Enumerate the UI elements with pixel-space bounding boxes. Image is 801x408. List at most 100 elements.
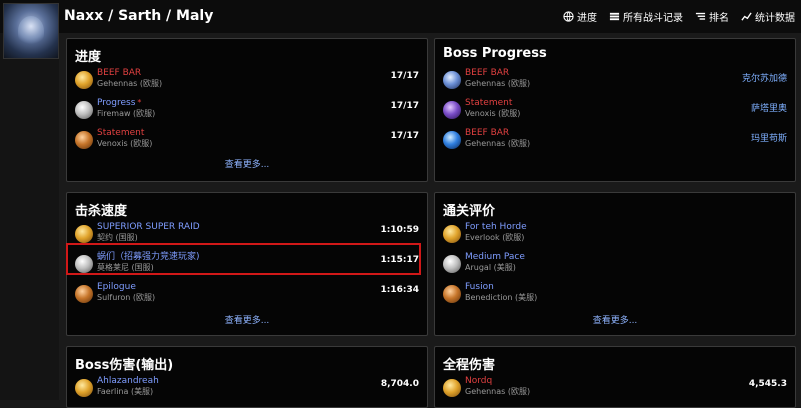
bronze-medal-icon [75, 285, 93, 303]
list-item[interactable]: Medium Pace Arugal (美服) [443, 251, 787, 277]
boss-damage-panel: Boss伤害(输出) Ahlazandreah Faerlina (美服) 8,… [66, 346, 428, 408]
guild-name[interactable]: Statement [465, 97, 512, 109]
server-name: Sulfuron (欧服) [97, 293, 156, 302]
bronze-medal-icon [443, 285, 461, 303]
list-item[interactable]: BEEF BAR Gehennas (欧服) 克尔苏加德 [443, 67, 787, 93]
panel-title: 击杀速度 [75, 204, 128, 219]
list-item[interactable]: Epilogue Sulfuron (欧服) 1:16:34 [75, 281, 419, 307]
kill-speed-panel: 击杀速度 SUPERIOR SUPER RAID 契约 (国服) 1:10:59… [66, 192, 428, 336]
panel-title: Boss伤害(输出) [75, 358, 174, 373]
server-name: Gehennas (欧服) [465, 79, 531, 88]
list-item[interactable]: Fusion Benediction (美服) [443, 281, 787, 307]
view-more-link[interactable]: 查看更多... [67, 157, 427, 170]
server-name: Venoxis (欧服) [465, 109, 521, 118]
guild-name[interactable]: 蜗们（招募强力竞速玩家) [97, 251, 200, 263]
damage-value: 4,545.3 [748, 379, 787, 389]
list-item[interactable]: Progress * Firemaw (欧服) 17/17 [75, 97, 419, 123]
kill-time: 1:10:59 [380, 225, 419, 235]
boss-name[interactable]: 玛里苟斯 [751, 131, 787, 144]
chart-icon [741, 12, 752, 21]
server-name: Firemaw (欧服) [97, 109, 156, 118]
server-name: Gehennas (欧服) [465, 387, 531, 396]
boss-portrait-icon [443, 131, 461, 149]
server-name: Arugal (美服) [465, 263, 516, 272]
server-name: Faerlina (美服) [97, 387, 154, 396]
progress-value: 17/17 [390, 131, 419, 141]
guild-name[interactable]: BEEF BAR [465, 127, 509, 139]
kill-time: 1:15:17 [380, 255, 419, 265]
progress-panel: 进度 BEEF BAR Gehennas (欧服) 17/17 Progress… [66, 38, 428, 182]
server-name: 契约 (国服) [97, 233, 138, 242]
top-bar: Naxx / Sarth / Maly 进度 所有战斗记录 排名 统计数据 [0, 0, 801, 33]
nav-progress-label: 进度 [577, 13, 597, 24]
guild-name[interactable]: BEEF BAR [97, 67, 141, 79]
nav-progress[interactable]: 进度 [563, 9, 597, 24]
ranking-icon [695, 12, 706, 20]
panel-title: 进度 [75, 50, 102, 65]
raid-boss-avatar [3, 3, 59, 59]
list-item[interactable]: Statement Venoxis (欧服) 萨塔里奥 [443, 97, 787, 123]
nav-all-logs[interactable]: 所有战斗记录 [609, 9, 683, 24]
guild-name-text: Progress [97, 98, 136, 108]
boss-portrait-icon [443, 71, 461, 89]
view-more-link[interactable]: 查看更多... [435, 313, 795, 326]
nav-all-logs-label: 所有战斗记录 [623, 13, 683, 24]
server-name: Venoxis (欧服) [97, 139, 153, 148]
list-item[interactable]: For teh Horde Everlook (欧服) [443, 221, 787, 247]
guild-name[interactable]: Progress * [97, 97, 141, 109]
server-name: Everlook (欧服) [465, 233, 525, 242]
player-name[interactable]: Ahlazandreah [97, 375, 159, 387]
boss-progress-panel: Boss Progress BEEF BAR Gehennas (欧服) 克尔苏… [434, 38, 796, 182]
gold-medal-icon [75, 225, 93, 243]
progress-value: 17/17 [390, 71, 419, 81]
panel-title: 通关评价 [443, 204, 496, 219]
gold-medal-icon [443, 225, 461, 243]
list-item[interactable]: Ahlazandreah Faerlina (美服) 8,704.0 [75, 375, 419, 401]
left-sidebar [0, 33, 59, 400]
guild-name[interactable]: Fusion [465, 281, 494, 293]
list-icon [609, 12, 620, 21]
raid-title: Naxx / Sarth / Maly [64, 8, 214, 24]
progress-value: 17/17 [390, 101, 419, 111]
full-damage-panel: 全程伤害 Nordq Gehennas (欧服) 4,545.3 [434, 346, 796, 408]
panel-title: 全程伤害 [443, 358, 496, 373]
view-more-link[interactable]: 查看更多... [67, 313, 427, 326]
kill-time: 1:16:34 [380, 285, 419, 295]
nav-ranking[interactable]: 排名 [695, 9, 729, 24]
guild-name[interactable]: SUPERIOR SUPER RAID [97, 221, 200, 233]
gold-medal-icon [443, 379, 461, 397]
list-item[interactable]: SUPERIOR SUPER RAID 契约 (国服) 1:10:59 [75, 221, 419, 247]
nav-statistics[interactable]: 统计数据 [741, 9, 795, 24]
boss-portrait-icon [443, 101, 461, 119]
boss-name[interactable]: 克尔苏加德 [742, 71, 787, 84]
server-name: Benediction (美服) [465, 293, 538, 302]
guild-name[interactable]: Medium Pace [465, 251, 525, 263]
gold-medal-icon [75, 379, 93, 397]
guild-name[interactable]: BEEF BAR [465, 67, 509, 79]
panel-title: Boss Progress [443, 46, 547, 61]
server-name: 莫格莱尼 (国服) [97, 263, 154, 272]
server-name: Gehennas (欧服) [465, 139, 531, 148]
guild-name[interactable]: For teh Horde [465, 221, 527, 233]
globe-icon [563, 11, 574, 22]
silver-medal-icon [75, 101, 93, 119]
clear-rating-panel: 通关评价 For teh Horde Everlook (欧服) Medium … [434, 192, 796, 336]
list-item[interactable]: Nordq Gehennas (欧服) 4,545.3 [443, 375, 787, 401]
top-nav: 进度 所有战斗记录 排名 统计数据 [563, 9, 795, 24]
nav-statistics-label: 统计数据 [755, 13, 795, 24]
gold-medal-icon [75, 71, 93, 89]
list-item[interactable]: BEEF BAR Gehennas (欧服) 17/17 [75, 67, 419, 93]
nav-ranking-label: 排名 [709, 13, 729, 24]
guild-name[interactable]: Statement [97, 127, 144, 139]
server-name: Gehennas (欧服) [97, 79, 163, 88]
damage-value: 8,704.0 [380, 379, 419, 389]
list-item[interactable]: BEEF BAR Gehennas (欧服) 玛里苟斯 [443, 127, 787, 153]
player-name[interactable]: Nordq [465, 375, 492, 387]
silver-medal-icon [443, 255, 461, 273]
list-item[interactable]: Statement Venoxis (欧服) 17/17 [75, 127, 419, 153]
list-item[interactable]: 蜗们（招募强力竞速玩家) 莫格莱尼 (国服) 1:15:17 [75, 251, 419, 277]
guild-name[interactable]: Epilogue [97, 281, 136, 293]
boss-name[interactable]: 萨塔里奥 [751, 101, 787, 114]
silver-medal-icon [75, 255, 93, 273]
bronze-medal-icon [75, 131, 93, 149]
